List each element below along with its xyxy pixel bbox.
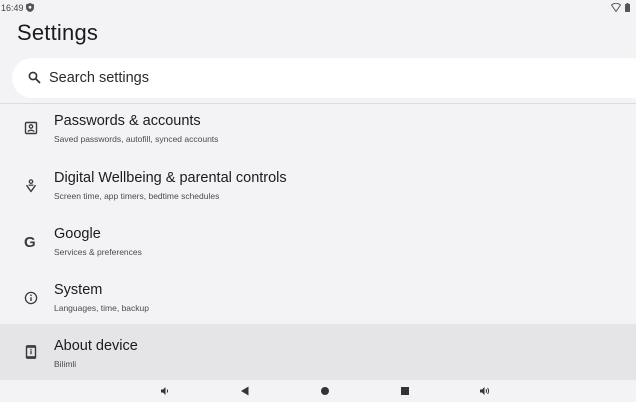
settings-item-about-device[interactable]: About device Bilimli (0, 324, 636, 382)
settings-item-system[interactable]: System Languages, time, backup (0, 272, 636, 328)
home-icon[interactable] (319, 385, 331, 397)
navigation-bar (0, 380, 636, 402)
back-icon[interactable] (239, 385, 251, 397)
page-title: Settings (17, 20, 99, 45)
item-title: System (54, 282, 103, 298)
search-icon (28, 71, 41, 84)
settings-item-passwords-accounts[interactable]: Passwords & accounts Saved passwords, au… (0, 104, 636, 160)
item-subtitle: Services & preferences (54, 247, 142, 257)
search-placeholder: Search settings (49, 70, 149, 86)
volume-down-icon[interactable] (159, 385, 171, 397)
item-subtitle: Bilimli (54, 359, 77, 369)
settings-item-google[interactable]: G Google Services & preferences (0, 216, 636, 272)
device-info-icon (25, 345, 37, 359)
search-bar[interactable]: Search settings (12, 58, 636, 98)
wellbeing-icon (25, 179, 37, 193)
status-bar: 16:49 (0, 0, 636, 16)
item-subtitle: Screen time, app timers, bedtime schedul… (54, 191, 220, 201)
item-title: About device (54, 338, 138, 354)
battery-icon (625, 3, 630, 12)
recents-icon[interactable] (399, 385, 411, 397)
item-title: Digital Wellbeing & parental controls (54, 170, 287, 186)
item-subtitle: Saved passwords, autofill, synced accoun… (54, 134, 219, 144)
item-subtitle: Languages, time, backup (54, 303, 149, 313)
settings-item-digital-wellbeing[interactable]: Digital Wellbeing & parental controls Sc… (0, 160, 636, 216)
status-time: 16:49 (1, 3, 24, 13)
info-icon (24, 291, 38, 305)
volume-up-icon[interactable] (479, 385, 491, 397)
account-box-icon (24, 121, 38, 135)
item-title: Google (54, 226, 101, 242)
shield-icon (26, 3, 34, 12)
wifi-icon (611, 3, 621, 12)
item-title: Passwords & accounts (54, 113, 201, 129)
google-icon: G (24, 234, 36, 251)
